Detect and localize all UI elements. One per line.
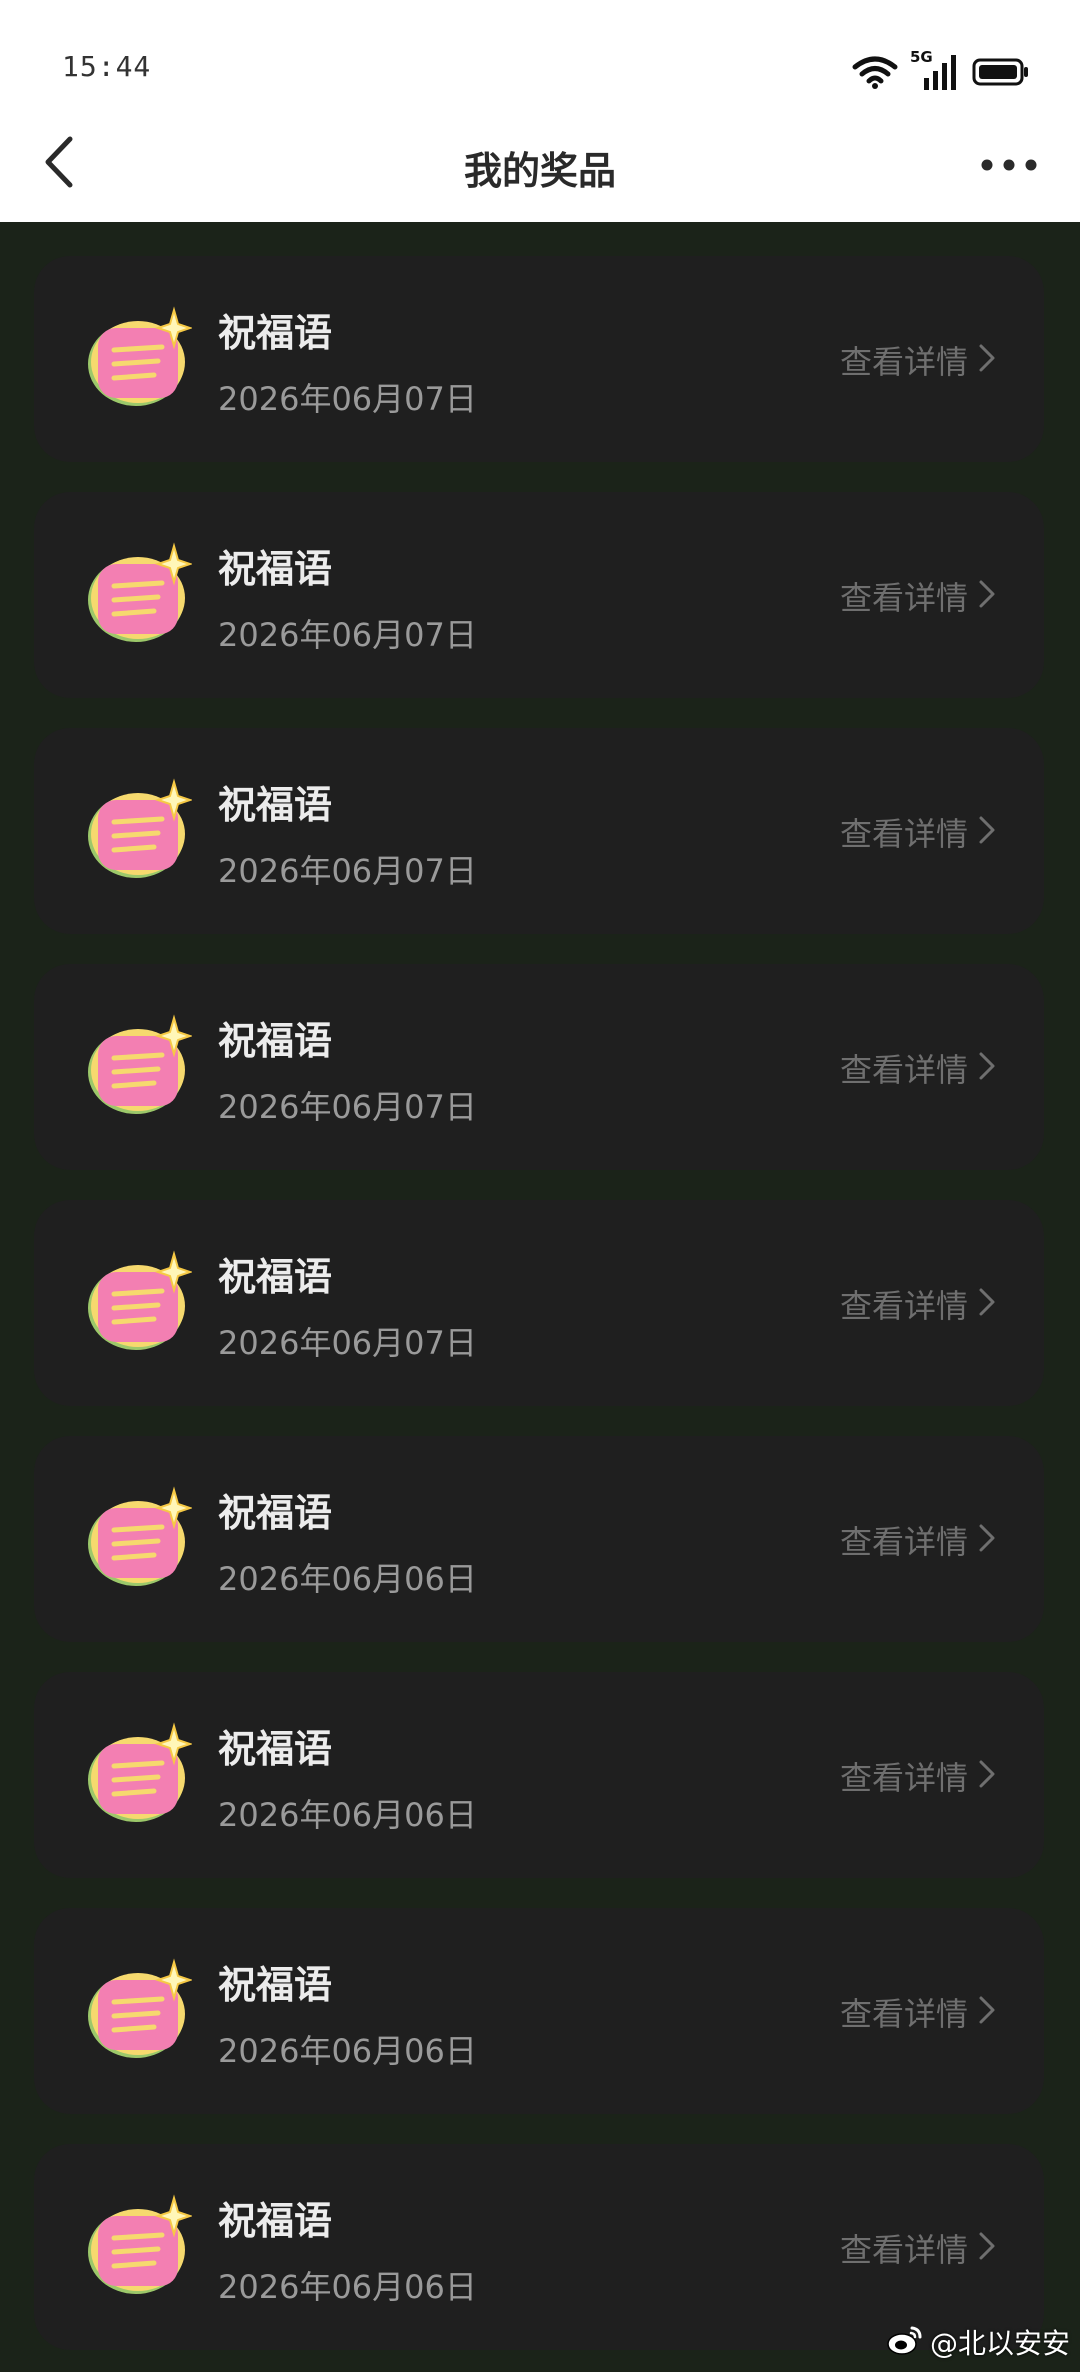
view-details-link[interactable]: 查看详情 — [840, 337, 996, 383]
prize-date: 2026年06月07日 — [218, 1324, 477, 1362]
prize-card[interactable]: 祝福语 2026年06月07日 查看详情 — [34, 1200, 1044, 1406]
chevron-right-icon — [978, 579, 996, 613]
blessing-card-icon — [84, 1958, 194, 2066]
prize-title: 祝福语 — [218, 2199, 333, 2243]
chevron-right-icon — [978, 1287, 996, 1321]
view-details-link[interactable]: 查看详情 — [840, 573, 996, 619]
signal-icon: 5G — [910, 48, 960, 92]
prize-card[interactable]: 祝福语 2026年06月06日 查看详情 — [34, 1672, 1044, 1878]
chevron-right-icon — [978, 2231, 996, 2265]
blessing-card-icon — [84, 306, 194, 414]
view-details-label: 查看详情 — [839, 1051, 968, 1089]
prize-card[interactable]: 祝福语 2026年06月06日 查看详情 — [34, 1908, 1044, 2114]
view-details-link[interactable]: 查看详情 — [840, 1045, 996, 1091]
prize-title: 祝福语 — [218, 1963, 333, 2007]
view-details-label: 查看详情 — [839, 1287, 968, 1325]
prize-title: 祝福语 — [218, 1727, 333, 1771]
view-details-link[interactable]: 查看详情 — [840, 1281, 996, 1327]
view-details-link[interactable]: 查看详情 — [840, 1517, 996, 1563]
chevron-right-icon — [978, 343, 996, 377]
prize-date: 2026年06月06日 — [218, 2032, 477, 2070]
chevron-right-icon — [978, 1051, 996, 1085]
blessing-card-icon — [84, 542, 194, 650]
blessing-card-icon — [84, 1722, 194, 1830]
prize-card[interactable]: 祝福语 2026年06月07日 查看详情 — [34, 492, 1044, 698]
prize-title: 祝福语 — [218, 1491, 333, 1535]
prize-date: 2026年06月06日 — [218, 1796, 477, 1834]
prize-card[interactable]: 祝福语 2026年06月07日 查看详情 — [34, 964, 1044, 1170]
prize-card[interactable]: 祝福语 2026年06月07日 查看详情 — [34, 256, 1044, 462]
weibo-icon — [886, 2324, 924, 2360]
view-details-label: 查看详情 — [839, 815, 968, 853]
view-details-link[interactable]: 查看详情 — [840, 1989, 996, 2035]
chevron-right-icon — [978, 1523, 996, 1557]
blessing-card-icon — [84, 1486, 194, 1594]
view-details-label: 查看详情 — [839, 1995, 968, 2033]
prize-card[interactable]: 祝福语 2026年06月06日 查看详情 — [34, 1436, 1044, 1642]
prize-title: 祝福语 — [218, 1019, 333, 1063]
prize-date: 2026年06月06日 — [218, 1560, 477, 1598]
chevron-right-icon — [978, 815, 996, 849]
blessing-card-icon — [84, 1014, 194, 1122]
prize-date: 2026年06月07日 — [218, 380, 477, 418]
prize-date: 2026年06月07日 — [218, 616, 477, 654]
status-bar: 15:44 5G — [0, 0, 1080, 120]
prize-date: 2026年06月06日 — [218, 2268, 477, 2306]
prize-date: 2026年06月07日 — [218, 1088, 477, 1126]
view-details-label: 查看详情 — [839, 579, 968, 617]
prize-title: 祝福语 — [218, 1255, 333, 1299]
view-details-link[interactable]: 查看详情 — [840, 1753, 996, 1799]
view-details-label: 查看详情 — [839, 1523, 968, 1561]
more-button[interactable] — [974, 138, 1044, 194]
prize-title: 祝福语 — [218, 783, 333, 827]
prize-title: 祝福语 — [218, 547, 333, 591]
view-details-label: 查看详情 — [839, 2231, 968, 2269]
chevron-right-icon — [978, 1759, 996, 1793]
blessing-card-icon — [84, 778, 194, 886]
status-time: 15:44 — [62, 50, 152, 83]
blessing-card-icon — [84, 2194, 194, 2302]
prize-card[interactable]: 祝福语 2026年06月07日 查看详情 — [34, 728, 1044, 934]
watermark-text: @北以安安 — [929, 2327, 1070, 2360]
nav-bar: 我的奖品 — [0, 120, 1080, 222]
prize-card[interactable]: 祝福语 2026年06月06日 查看详情 — [34, 2144, 1044, 2350]
status-icons: 5G — [852, 48, 1030, 92]
wifi-icon — [852, 55, 898, 89]
page-title: 我的奖品 — [463, 149, 616, 193]
view-details-label: 查看详情 — [839, 1759, 968, 1797]
battery-icon — [972, 57, 1030, 87]
view-details-link[interactable]: 查看详情 — [840, 809, 996, 855]
prize-date: 2026年06月07日 — [218, 852, 477, 890]
view-details-link[interactable]: 查看详情 — [840, 2225, 996, 2271]
more-dots-icon — [979, 157, 1039, 176]
watermark: @北以安安 — [886, 2322, 1070, 2362]
view-details-label: 查看详情 — [839, 343, 968, 381]
prize-title: 祝福语 — [218, 311, 333, 355]
blessing-card-icon — [84, 1250, 194, 1358]
header: 15:44 5G 我的奖品 — [0, 0, 1080, 222]
chevron-right-icon — [978, 1995, 996, 2029]
